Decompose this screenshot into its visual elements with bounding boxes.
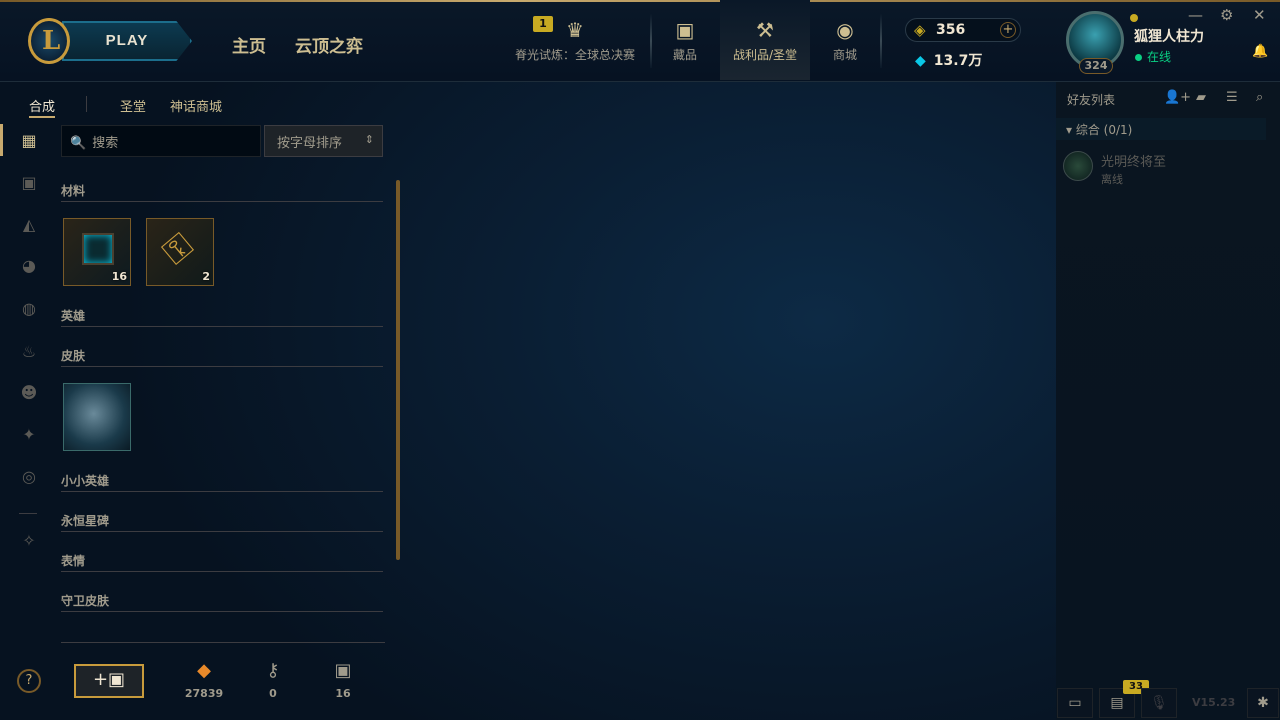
profile-icon[interactable]: ◎ <box>19 467 39 487</box>
friend-group[interactable]: ▾ 综合 (0/1) <box>1056 118 1266 140</box>
stat-value: 0 <box>269 687 277 700</box>
version-label: V15.23 <box>1192 696 1236 709</box>
add-friend-icon[interactable]: 👤+ <box>1164 90 1191 105</box>
lol-logo-icon[interactable] <box>28 18 70 64</box>
buy-rp-button[interactable]: + <box>1000 22 1016 38</box>
hextech-chest-item[interactable]: 16 <box>63 218 131 286</box>
chest-icon: ▣ <box>334 660 352 681</box>
divider <box>86 96 87 112</box>
group-label: 综合 (0/1) <box>1075 123 1133 137</box>
notification-dot <box>1130 14 1138 22</box>
chests-stat: ▣ 16 <box>313 660 373 700</box>
hammer-icon: ⚒ <box>756 18 774 42</box>
rp-balance: ◈ 356 + <box>905 18 1021 42</box>
orange-essence-icon: ◆ <box>197 660 211 681</box>
category-skins[interactable]: 皮肤 <box>61 347 383 367</box>
orange-essence-stat: ◆ 27839 <box>174 660 234 700</box>
gear-icon[interactable]: ⚙ <box>1220 6 1233 24</box>
friends-title: 好友列表 <box>1067 93 1116 107</box>
mic-icon[interactable]: 🎙 <box>1141 688 1177 718</box>
chest-icon <box>82 233 114 265</box>
category-companions[interactable]: 小小英雄 <box>61 472 383 492</box>
divider <box>650 14 652 68</box>
chevron-down-icon: ▾ <box>1066 123 1076 137</box>
tab-label: 战利品/圣堂 <box>732 48 798 62</box>
friend-status: 离线 <box>1101 173 1123 186</box>
worlds-trophy-icon: ♛ <box>566 18 584 42</box>
rp-value: 356 <box>936 22 966 38</box>
craft-key-button[interactable]: +▣ <box>74 664 144 698</box>
sort-dropdown[interactable]: 按字母排序 <box>264 125 383 157</box>
grid-icon[interactable]: ▦ <box>19 131 39 151</box>
category-emotes[interactable]: 表情 <box>61 552 383 572</box>
nav-tft[interactable]: 云顶之弈 <box>295 32 363 57</box>
item-count: 2 <box>202 270 210 283</box>
category-champions[interactable]: 英雄 <box>61 307 383 327</box>
close-icon[interactable]: ✕ <box>1253 6 1266 24</box>
chest-icon[interactable]: ▣ <box>19 173 39 193</box>
rp-icon: ◈ <box>914 21 926 39</box>
blue-essence-balance: ◆ 13.7万 <box>915 50 982 70</box>
key-icon: ⚿ <box>155 225 201 273</box>
chat-icon[interactable]: ▭ <box>1057 688 1093 718</box>
eternals-icon[interactable]: ✦ <box>19 425 39 445</box>
friend-avatar[interactable] <box>1063 151 1093 181</box>
tab-crafting[interactable]: 合成 <box>29 96 56 118</box>
emote-icon[interactable]: ☻ <box>19 383 39 403</box>
tft-icon[interactable]: ✧ <box>19 531 39 551</box>
helmet-icon[interactable]: ◭ <box>19 215 39 235</box>
stat-value: 16 <box>335 687 351 700</box>
play-button[interactable]: PLAY <box>62 21 192 61</box>
search-placeholder: 搜索 <box>92 136 119 151</box>
category-eternals[interactable]: 永恒星碑 <box>61 512 383 532</box>
tab-collection[interactable]: ▣ 藏品 <box>660 0 710 80</box>
search-icon[interactable]: ⌕ <box>1256 90 1263 105</box>
rail-active-indicator <box>0 124 3 156</box>
help-icon[interactable]: ? <box>17 669 41 693</box>
list-icon[interactable]: ☰ <box>1226 90 1238 105</box>
tab-label: 脊光试炼：全球总决赛 <box>514 48 635 62</box>
mask-icon[interactable]: ◕ <box>19 256 39 276</box>
bug-report-icon[interactable]: ✱ <box>1247 688 1279 718</box>
level-badge: 324 <box>1079 58 1113 74</box>
minimize-icon[interactable]: — <box>1188 6 1203 24</box>
friends-panel: 好友列表 👤+ ▰ ☰ ⌕ ▾ 综合 (0/1) 光明终将至 离线 <box>1056 82 1280 720</box>
category-materials[interactable]: 材料 <box>61 182 383 202</box>
tab-sanctum[interactable]: 圣堂 <box>120 96 146 115</box>
tab-store[interactable]: ◉ 商城 <box>820 0 870 80</box>
scrollbar[interactable] <box>396 180 400 560</box>
top-bar: PLAY 主页 云顶之弈 1 ♛ 脊光试炼：全球总决赛 ▣ 藏品 ⚒ 战利品/圣… <box>0 0 1280 82</box>
summoner-name[interactable]: 狐狸人柱力 <box>1134 26 1204 46</box>
stat-value: 27839 <box>184 687 224 700</box>
tab-worlds-event[interactable]: ♛ 脊光试炼：全球总决赛 <box>508 0 642 80</box>
blue-essence-value: 13.7万 <box>933 53 983 69</box>
friend-name[interactable]: 光明终将至 <box>1101 151 1166 170</box>
tab-label: 商城 <box>832 48 857 62</box>
keys-stat: ⚷ 0 <box>243 660 303 700</box>
divider <box>61 642 385 643</box>
key-icon: ⚷ <box>266 660 280 681</box>
nav-home[interactable]: 主页 <box>232 32 266 57</box>
category-ward-skins[interactable]: 守卫皮肤 <box>61 592 383 612</box>
item-count: 16 <box>111 270 127 283</box>
coins-icon: ◉ <box>836 18 854 42</box>
skin-item[interactable] <box>63 383 131 451</box>
tab-label: 藏品 <box>672 48 697 62</box>
flame-icon[interactable]: ♨ <box>19 342 39 362</box>
key-item[interactable]: ⚿ 2 <box>146 218 214 286</box>
online-status[interactable]: 在线 <box>1135 48 1171 65</box>
client-window: PLAY 主页 云顶之弈 1 ♛ 脊光试炼：全球总决赛 ▣ 藏品 ⚒ 战利品/圣… <box>0 0 1280 720</box>
bag-icon: ▣ <box>675 18 695 42</box>
search-input[interactable]: 🔍 搜索 <box>61 125 261 157</box>
divider <box>880 14 882 68</box>
divider <box>19 513 37 514</box>
blue-essence-icon: ◆ <box>915 53 926 69</box>
tab-mythic-shop[interactable]: 神话商城 <box>170 96 222 115</box>
search-icon: 🔍 <box>70 136 87 151</box>
tab-loot[interactable]: ⚒ 战利品/圣堂 <box>720 0 810 80</box>
bell-icon[interactable]: 🔔 <box>1252 44 1268 59</box>
add-folder-icon[interactable]: ▰ <box>1196 90 1206 105</box>
ward-icon[interactable]: ◍ <box>19 299 39 319</box>
